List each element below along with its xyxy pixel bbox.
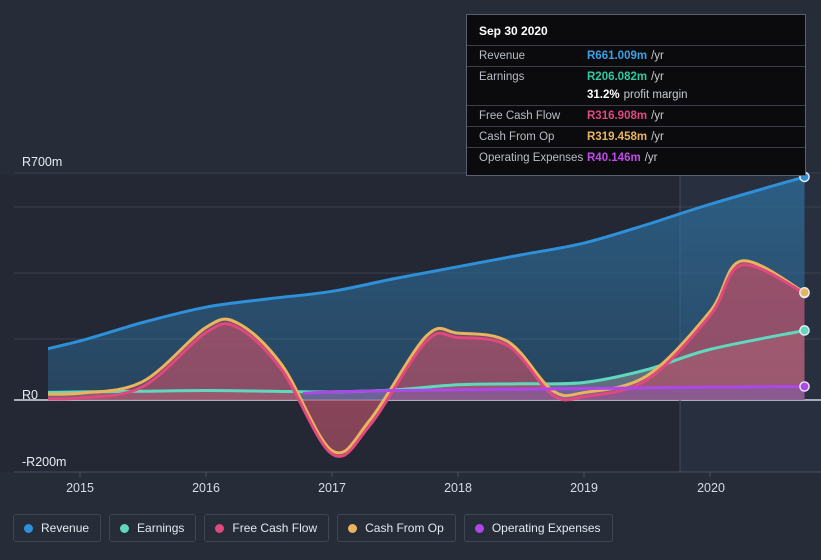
tooltip-value-profit-margin: 31.2% xyxy=(587,89,620,101)
tooltip-unit-free-cash-flow: /yr xyxy=(651,110,664,122)
tooltip-label-cash-from-op: Cash From Op xyxy=(479,131,555,143)
legend-label-cash-from-op: Cash From Op xyxy=(365,521,444,535)
tooltip-row-revenue: Revenue R661.009m /yr xyxy=(467,45,805,66)
legend-dot-icon-operating-expenses xyxy=(474,523,484,533)
legend-label-free-cash-flow: Free Cash Flow xyxy=(232,521,318,535)
tooltip-value-cash-from-op: R319.458m xyxy=(587,131,648,143)
tooltip-unit-earnings: /yr xyxy=(651,71,664,83)
tooltip-row-operating-expenses: Operating Expenses R40.146m /yr xyxy=(467,147,805,168)
tooltip-label-earnings: Earnings xyxy=(479,71,525,83)
tooltip-unit-cash-from-op: /yr xyxy=(651,131,664,143)
legend-dot-icon-cash-from-op xyxy=(348,523,358,533)
legend-item-cash-from-op[interactable]: Cash From Op xyxy=(337,514,456,542)
tooltip-row-profit-margin: 31.2% profit margin xyxy=(467,87,805,105)
tooltip-label-operating-expenses: Operating Expenses xyxy=(479,152,584,164)
legend-dot-icon-revenue xyxy=(24,523,33,533)
legend-item-free-cash-flow[interactable]: Free Cash Flow xyxy=(204,514,330,542)
tooltip-value-earnings: R206.082m xyxy=(587,71,648,83)
legend-dot-icon-earnings xyxy=(120,523,130,533)
legend: Revenue Earnings Free Cash Flow Cash Fro… xyxy=(13,514,613,542)
legend-label-earnings: Earnings xyxy=(137,521,185,535)
tooltip-unit-operating-expenses: /yr xyxy=(644,152,658,164)
tooltip-label-free-cash-flow: Free Cash Flow xyxy=(479,110,561,122)
legend-label-operating-expenses: Operating Expenses xyxy=(491,521,601,535)
legend-label-revenue: Revenue xyxy=(41,521,90,535)
legend-item-operating-expenses[interactable]: Operating Expenses xyxy=(463,514,613,542)
tooltip-date: Sep 30 2020 xyxy=(479,24,548,38)
legend-dot-icon-free-cash-flow xyxy=(215,523,225,533)
tooltip-value-free-cash-flow: R316.908m xyxy=(587,110,648,122)
tooltip-unit-revenue: /yr xyxy=(651,50,664,62)
tooltip: Sep 30 2020 Revenue R661.009m /yr Earnin… xyxy=(466,14,806,176)
tooltip-row-cash-from-op: Cash From Op R319.458m /yr xyxy=(467,126,805,147)
tooltip-value-operating-expenses: R40.146m xyxy=(587,152,641,164)
legend-item-earnings[interactable]: Earnings xyxy=(109,514,197,542)
tooltip-value-revenue: R661.009m xyxy=(587,50,648,62)
financial-chart: R700m R0 -R200m 2015 2016 2017 2018 2019… xyxy=(0,0,821,560)
tooltip-label-revenue: Revenue xyxy=(479,50,526,62)
tooltip-unit-profit-margin: profit margin xyxy=(623,89,688,101)
tooltip-row-free-cash-flow: Free Cash Flow R316.908m /yr xyxy=(467,105,805,126)
legend-item-revenue[interactable]: Revenue xyxy=(13,514,102,542)
tooltip-row-earnings: Earnings R206.082m /yr xyxy=(467,66,805,87)
